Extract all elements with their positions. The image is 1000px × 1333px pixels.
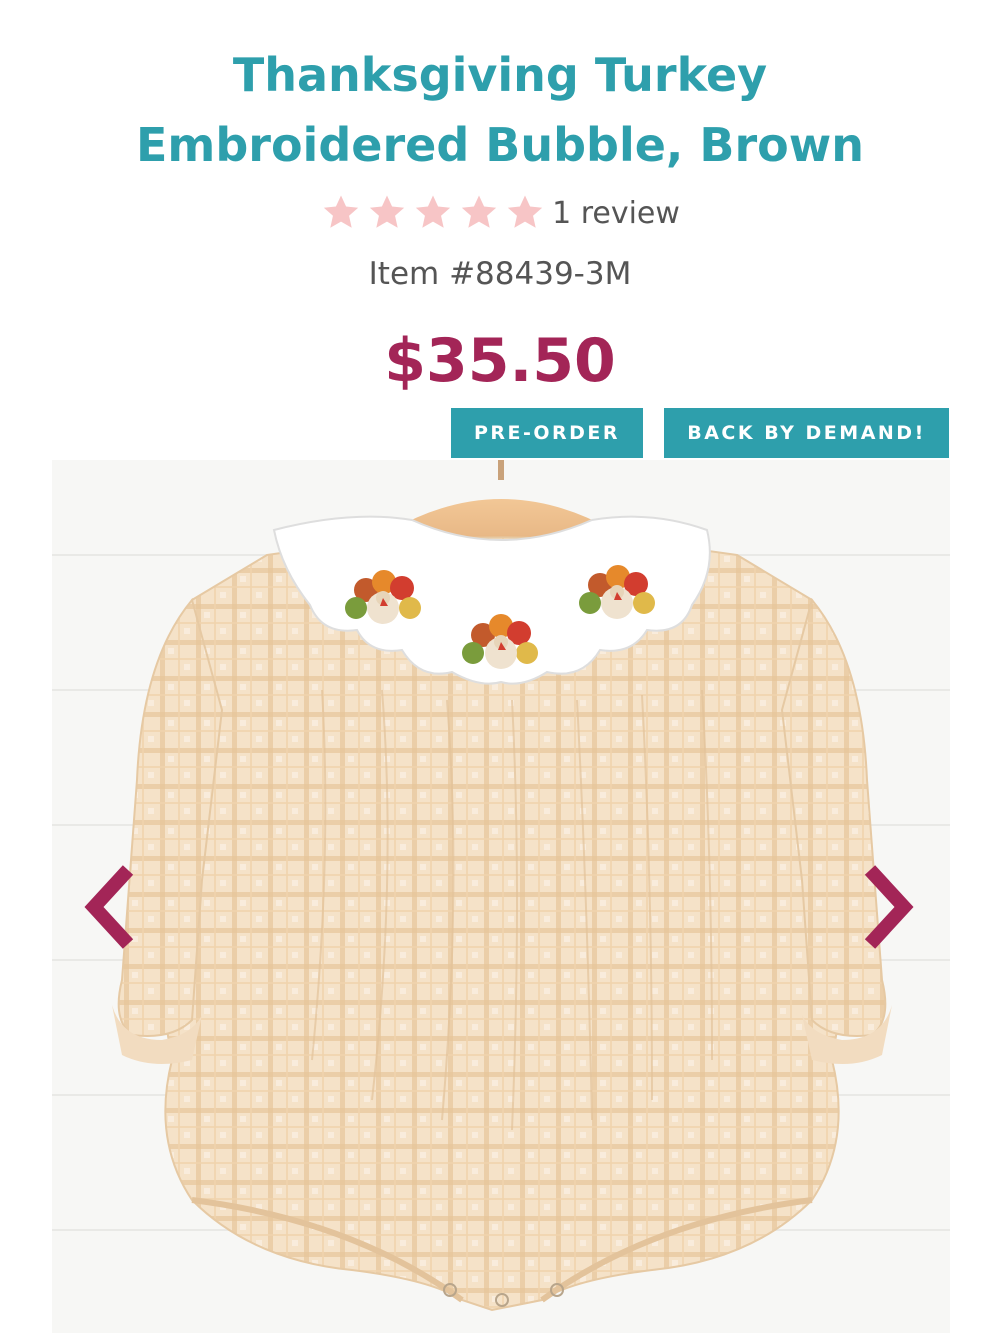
gallery-next-button[interactable] [858, 862, 918, 952]
product-rating[interactable]: 1 review [0, 192, 1000, 240]
chevron-right-icon [864, 865, 914, 949]
back-by-demand-badge: BACK BY DEMAND! [664, 408, 949, 458]
review-count-link[interactable]: 1 review [552, 196, 680, 231]
product-title: Thanksgiving Turkey Embroidered Bubble, … [0, 40, 1000, 180]
star-icon [415, 195, 451, 228]
product-price: $35.50 [384, 326, 616, 396]
gallery-prev-button[interactable] [80, 862, 140, 952]
star-icon [369, 195, 405, 228]
preorder-badge: PRE-ORDER [451, 408, 643, 458]
rating-stars [320, 192, 546, 234]
product-title-line-2: Embroidered Bubble, Brown [135, 118, 864, 172]
star-icon [323, 195, 359, 228]
chevron-left-icon [84, 865, 134, 949]
product-photo [52, 460, 950, 1333]
product-image[interactable] [52, 460, 950, 1333]
product-title-line-1: Thanksgiving Turkey [232, 48, 768, 102]
star-icon [461, 195, 497, 228]
star-icon [507, 195, 543, 228]
item-number: Item #88439-3M [368, 256, 632, 292]
